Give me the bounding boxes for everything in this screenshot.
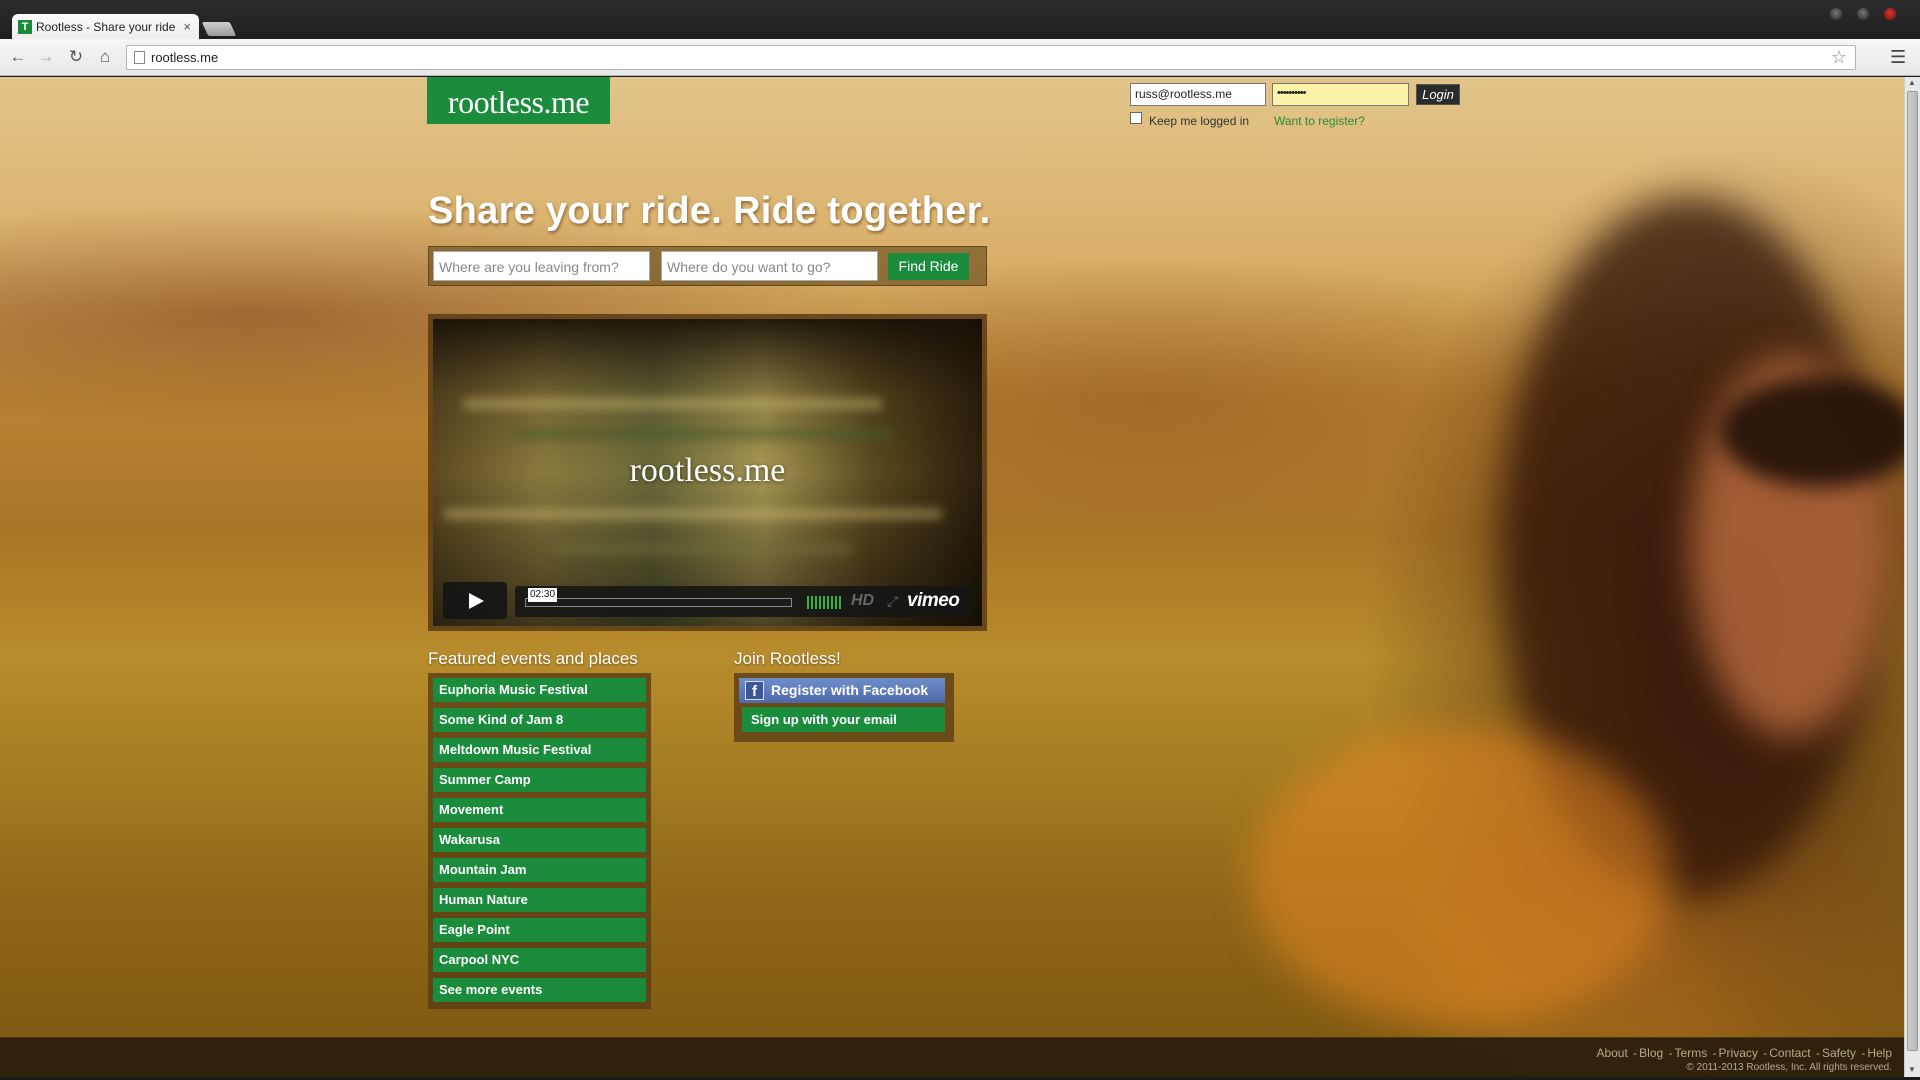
hero-photo-sunglasses: [1720, 377, 1904, 487]
login-password-field[interactable]: ••••••••••: [1272, 83, 1409, 106]
featured-event-link[interactable]: Human Nature: [433, 888, 646, 912]
leaving-from-input[interactable]: Where are you leaving from?: [433, 251, 650, 281]
email-signup-button[interactable]: Sign up with your email: [742, 707, 945, 732]
browser-titlebar: T Rootless - Share your ride ×: [0, 0, 1920, 40]
see-more-events-link[interactable]: See more events: [433, 978, 646, 1002]
back-arrow-icon[interactable]: ←: [8, 47, 28, 67]
ride-search-form: Where are you leaving from? Where do you…: [428, 246, 987, 286]
scrollbar-thumb[interactable]: [1907, 91, 1918, 1051]
scroll-up-arrow-icon[interactable]: ▲: [1908, 78, 1916, 87]
video-progress-bar[interactable]: 02:30: [525, 588, 792, 607]
home-icon[interactable]: ⌂: [95, 47, 115, 67]
featured-event-link[interactable]: Some Kind of Jam 8: [433, 708, 646, 732]
page-headline: Share your ride. Ride together.: [428, 190, 991, 232]
footer-separator: -: [1633, 1046, 1638, 1060]
scroll-down-arrow-icon[interactable]: ▼: [1908, 1065, 1916, 1074]
rootless-favicon-icon: T: [18, 20, 32, 34]
footer-separator: -: [1815, 1046, 1820, 1060]
footer-link-contact[interactable]: Contact: [1769, 1046, 1810, 1060]
video-motion-streak: [443, 509, 943, 519]
volume-icon[interactable]: [807, 596, 843, 609]
page-viewport: rootless.me russ@rootless.me •••••••••• …: [0, 77, 1904, 1077]
new-tab-button[interactable]: [201, 22, 237, 36]
footer-link-about[interactable]: About: [1596, 1046, 1627, 1060]
video-motion-streak: [553, 544, 853, 554]
footer-separator: -: [1763, 1046, 1768, 1060]
find-ride-button[interactable]: Find Ride: [888, 253, 969, 280]
register-link[interactable]: Want to register?: [1274, 114, 1365, 128]
video-motion-streak: [463, 399, 883, 409]
register-facebook-button[interactable]: f Register with Facebook: [739, 678, 945, 703]
forward-arrow-icon[interactable]: →: [36, 47, 56, 67]
register-facebook-label: Register with Facebook: [771, 682, 929, 698]
video-motion-streak: [513, 429, 893, 439]
reload-icon[interactable]: ↻: [66, 47, 86, 67]
close-window-icon[interactable]: [1884, 8, 1896, 20]
video-player-frame: rootless.me 02:30 HD ⤢ vimeo: [428, 314, 987, 631]
hero-photo-hair-glow: [1250, 727, 1670, 1027]
login-email-field[interactable]: russ@rootless.me: [1130, 83, 1266, 106]
site-logo[interactable]: rootless.me: [427, 77, 610, 124]
footer-separator: -: [1668, 1046, 1673, 1060]
play-button[interactable]: [443, 582, 507, 619]
keep-logged-in-checkbox[interactable]: [1130, 112, 1142, 124]
footer-links: About - Blog - Terms - Privacy - Contact - Sa…: [1596, 1046, 1892, 1060]
video-screen[interactable]: rootless.me 02:30 HD ⤢ vimeo: [433, 319, 982, 626]
footer-separator: -: [1861, 1046, 1866, 1060]
featured-events-list: Euphoria Music Festival Some Kind of Jam…: [428, 673, 651, 1009]
featured-event-link[interactable]: Mountain Jam: [433, 858, 646, 882]
join-panel: f Register with Facebook Sign up with yo…: [734, 673, 954, 742]
browser-toolbar: ← → ↻ ⌂ rootless.me ☆ ☰: [0, 39, 1920, 76]
hd-toggle[interactable]: HD: [851, 592, 874, 610]
star-icon[interactable]: ☆: [1831, 47, 1847, 68]
video-controls: 02:30 HD ⤢ vimeo: [515, 586, 972, 617]
play-icon: [469, 593, 484, 609]
footer-link-terms[interactable]: Terms: [1675, 1046, 1708, 1060]
minimize-window-icon[interactable]: [1830, 8, 1842, 20]
featured-event-link[interactable]: Movement: [433, 798, 646, 822]
copyright-text: © 2011-2013 Rootless, Inc. All rights re…: [1686, 1062, 1892, 1073]
address-bar[interactable]: rootless.me ☆: [126, 45, 1856, 70]
fullscreen-icon[interactable]: ⤢: [887, 593, 898, 610]
featured-event-link[interactable]: Wakarusa: [433, 828, 646, 852]
destination-input[interactable]: Where do you want to go?: [661, 251, 878, 281]
footer-link-help[interactable]: Help: [1867, 1046, 1892, 1060]
login-button[interactable]: Login: [1416, 84, 1460, 105]
page-icon: [134, 51, 145, 64]
maximize-window-icon[interactable]: [1857, 8, 1869, 20]
tab-title: Rootless - Share your ride: [36, 20, 176, 34]
featured-event-link[interactable]: Meltdown Music Festival: [433, 738, 646, 762]
browser-tab[interactable]: T Rootless - Share your ride ×: [12, 14, 199, 40]
footer-link-safety[interactable]: Safety: [1822, 1046, 1856, 1060]
facebook-icon: f: [745, 681, 764, 700]
featured-event-link[interactable]: Euphoria Music Festival: [433, 678, 646, 702]
page-footer: About - Blog - Terms - Privacy - Contact - Sa…: [0, 1037, 1904, 1077]
join-heading: Join Rootless!: [734, 649, 841, 668]
footer-separator: -: [1712, 1046, 1717, 1060]
featured-event-link[interactable]: Summer Camp: [433, 768, 646, 792]
featured-event-link[interactable]: Carpool NYC: [433, 948, 646, 972]
video-duration: 02:30: [528, 588, 558, 602]
tab-close-icon[interactable]: ×: [183, 19, 191, 34]
footer-link-blog[interactable]: Blog: [1639, 1046, 1663, 1060]
address-url: rootless.me: [151, 50, 219, 65]
vimeo-logo[interactable]: vimeo: [907, 590, 960, 612]
page-scrollbar[interactable]: ▲ ▼: [1904, 77, 1920, 1077]
featured-event-link[interactable]: Eagle Point: [433, 918, 646, 942]
footer-link-privacy[interactable]: Privacy: [1719, 1046, 1758, 1060]
video-title: rootless.me: [629, 452, 786, 489]
keep-logged-in-label: Keep me logged in: [1149, 114, 1250, 128]
menu-icon[interactable]: ☰: [1890, 47, 1906, 68]
featured-heading: Featured events and places: [428, 649, 638, 668]
